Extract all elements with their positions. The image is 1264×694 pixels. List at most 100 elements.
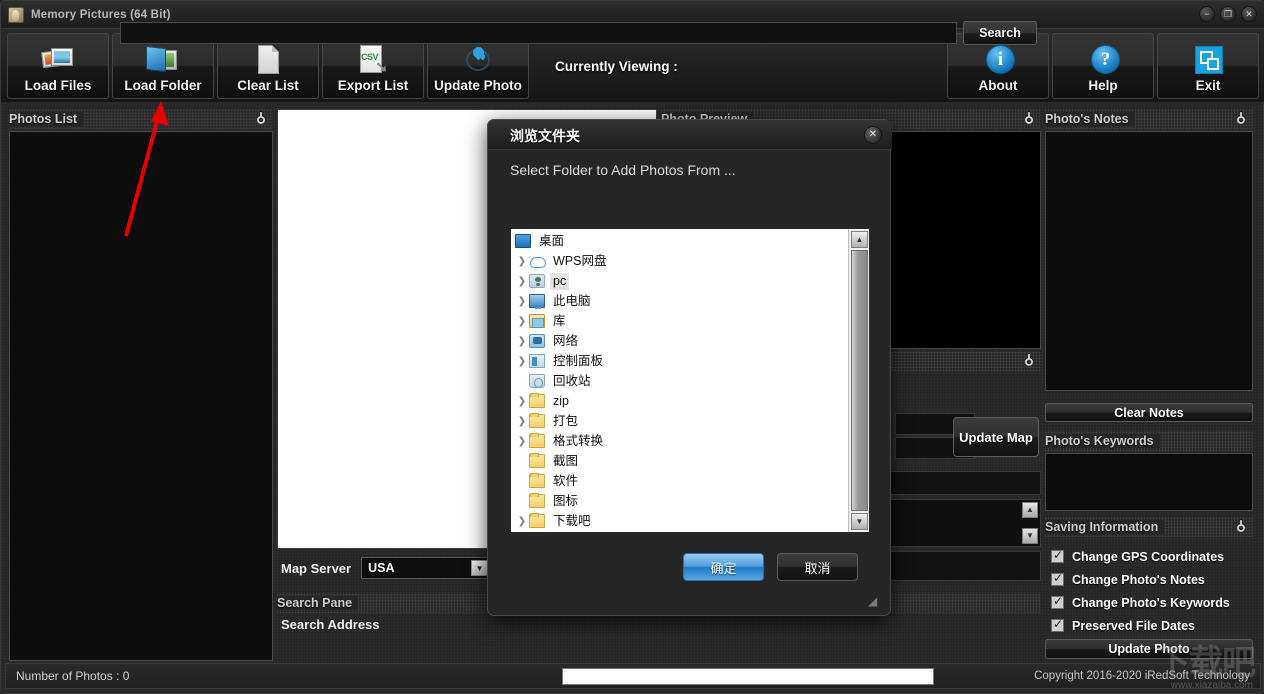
dialog-title: 浏览文件夹 xyxy=(510,128,580,144)
dialog-prompt: Select Folder to Add Photos From ... xyxy=(510,162,736,178)
chevron-right-icon[interactable]: ❯ xyxy=(515,336,529,347)
scroll-up-icon[interactable]: ▲ xyxy=(851,231,868,248)
checkbox-icon[interactable] xyxy=(1051,548,1064,563)
tree-item[interactable]: 截图 xyxy=(511,451,848,471)
photo-keywords-textarea[interactable] xyxy=(1045,453,1253,511)
chevron-right-icon[interactable]: ❯ xyxy=(515,396,529,407)
tree-item-label: 下载吧 xyxy=(553,513,591,528)
checkbox-icon[interactable] xyxy=(1051,571,1064,586)
tree-item-label: 库 xyxy=(553,313,566,328)
tree-item[interactable]: ❯ 打包 xyxy=(511,411,848,431)
maximize-icon[interactable]: ❐ xyxy=(1220,6,1236,22)
chevron-right-icon[interactable]: ❯ xyxy=(515,516,529,527)
checkbox-row[interactable]: Change GPS Coordinates xyxy=(1051,545,1230,568)
tree-item[interactable]: ❯ 格式转换 xyxy=(511,431,848,451)
resize-grip-icon[interactable]: ◢ xyxy=(868,595,882,609)
tree-item[interactable]: 图标 xyxy=(511,491,848,511)
folder-tree-list: 桌面 ❯ WPS网盘 ❯ pc ❯ 此电脑 ❯ 库 ❯ 网络 ❯ 控制面板 回收… xyxy=(511,229,848,532)
tree-item-label: 网络 xyxy=(553,333,579,348)
folder-icon xyxy=(529,413,545,428)
chevron-right-icon[interactable]: ❯ xyxy=(515,316,529,327)
load-files-label: Load Files xyxy=(24,78,92,93)
chevron-right-icon[interactable]: ❯ xyxy=(515,356,529,367)
checkbox-row[interactable]: Preserved File Dates xyxy=(1051,614,1230,637)
pin-icon[interactable] xyxy=(1023,111,1035,126)
tree-item-label: 格式转换 xyxy=(553,433,604,448)
chevron-right-icon[interactable]: ❯ xyxy=(515,296,529,307)
search-address-input[interactable] xyxy=(120,22,957,44)
folder-icon xyxy=(529,433,545,448)
folder-icon xyxy=(529,453,545,468)
photos-icon xyxy=(41,43,75,77)
map-server-label: Map Server xyxy=(281,560,352,576)
tree-item[interactable]: 桌面 xyxy=(511,231,848,251)
tree-item[interactable]: ❯ 此电脑 xyxy=(511,291,848,311)
folder-tree-scrollbar[interactable]: ▲ ▼ xyxy=(848,229,869,532)
help-button[interactable]: ? Help xyxy=(1052,33,1154,99)
scrollbar-thumb[interactable] xyxy=(851,250,868,511)
chevron-down-icon[interactable]: ▼ xyxy=(471,560,489,576)
photo-notes-panel: Photo's Notes xyxy=(1045,109,1253,399)
photos-list-title: Photos List xyxy=(9,112,84,126)
pin-icon[interactable] xyxy=(1235,519,1247,534)
photo-notes-title: Photo's Notes xyxy=(1045,112,1135,126)
cloud-icon xyxy=(529,254,546,268)
checkbox-label: Change GPS Coordinates xyxy=(1072,549,1225,564)
clear-list-label: Clear List xyxy=(237,78,299,93)
checkbox-row[interactable]: Change Photo's Keywords xyxy=(1051,591,1230,614)
folder-icon xyxy=(529,393,545,408)
status-progress-field xyxy=(562,668,934,685)
photo-notes-textarea[interactable] xyxy=(1045,131,1253,391)
folder-icon xyxy=(146,43,180,77)
dialog-close-icon[interactable]: ✕ xyxy=(864,126,882,144)
recycle-bin-icon xyxy=(529,374,545,388)
update-map-button[interactable]: Update Map xyxy=(953,417,1039,457)
folder-tree[interactable]: 桌面 ❯ WPS网盘 ❯ pc ❯ 此电脑 ❯ 库 ❯ 网络 ❯ 控制面板 回收… xyxy=(510,228,870,533)
document-icon xyxy=(251,43,285,77)
chevron-right-icon[interactable]: ❯ xyxy=(515,276,529,287)
search-button[interactable]: Search xyxy=(963,21,1037,45)
pin-icon[interactable] xyxy=(1023,353,1035,368)
scroll-down-icon[interactable]: ▼ xyxy=(851,513,868,530)
scroll-up-icon[interactable]: ▲ xyxy=(1022,502,1038,518)
dialog-ok-button[interactable]: 确定 xyxy=(683,553,764,581)
photos-list-body[interactable] xyxy=(9,131,273,661)
about-label: About xyxy=(978,78,1018,93)
update-photo-toolbar-label: Update Photo xyxy=(434,78,522,93)
load-files-button[interactable]: Load Files xyxy=(7,33,109,99)
tree-item[interactable]: ❯ 网络 xyxy=(511,331,848,351)
checkbox-icon[interactable] xyxy=(1051,617,1064,632)
checkbox-label: Change Photo's Notes xyxy=(1072,572,1205,587)
tree-item[interactable]: ❯ 下载吧 xyxy=(511,511,848,531)
clear-notes-button[interactable]: Clear Notes xyxy=(1045,403,1253,422)
checkbox-icon[interactable] xyxy=(1051,594,1064,609)
minimize-icon[interactable]: − xyxy=(1199,6,1215,22)
browse-folder-dialog: 浏览文件夹 ✕ Select Folder to Add Photos From… xyxy=(487,119,892,616)
chevron-right-icon[interactable]: ❯ xyxy=(515,436,529,447)
pin-icon[interactable] xyxy=(255,111,267,126)
map-server-value: USA xyxy=(368,561,395,575)
scroll-down-icon[interactable]: ▼ xyxy=(1022,528,1038,544)
exit-button[interactable]: Exit xyxy=(1157,33,1259,99)
photo-keywords-title: Photo's Keywords xyxy=(1045,434,1160,448)
chevron-right-icon[interactable]: ❯ xyxy=(515,256,529,267)
tree-item[interactable]: ❯ 库 xyxy=(511,311,848,331)
tree-item[interactable]: ❯ WPS网盘 xyxy=(511,251,848,271)
pin-icon[interactable] xyxy=(1235,111,1247,126)
tree-item[interactable]: ❯ pc xyxy=(511,271,848,291)
map-server-select[interactable]: USA ▼ xyxy=(361,557,492,579)
folder-icon xyxy=(529,513,545,528)
close-icon[interactable]: ✕ xyxy=(1241,6,1257,22)
copyright-text: Copyright 2016-2020 iRedSoft Technology xyxy=(1034,670,1250,682)
dialog-cancel-button[interactable]: 取消 xyxy=(777,553,858,581)
tree-item[interactable]: 回收站 xyxy=(511,371,848,391)
checkbox-row[interactable]: Change Photo's Notes xyxy=(1051,568,1230,591)
saving-information-panel: Saving Information Change GPS Coordinate… xyxy=(1045,517,1253,657)
user-icon xyxy=(529,274,545,288)
csv-export-icon: CSV ➘ xyxy=(356,43,390,77)
chevron-right-icon[interactable]: ❯ xyxy=(515,416,529,427)
update-photo-button[interactable]: Update Photo xyxy=(1045,639,1253,659)
tree-item[interactable]: 软件 xyxy=(511,471,848,491)
tree-item[interactable]: ❯ zip xyxy=(511,391,848,411)
tree-item[interactable]: ❯ 控制面板 xyxy=(511,351,848,371)
